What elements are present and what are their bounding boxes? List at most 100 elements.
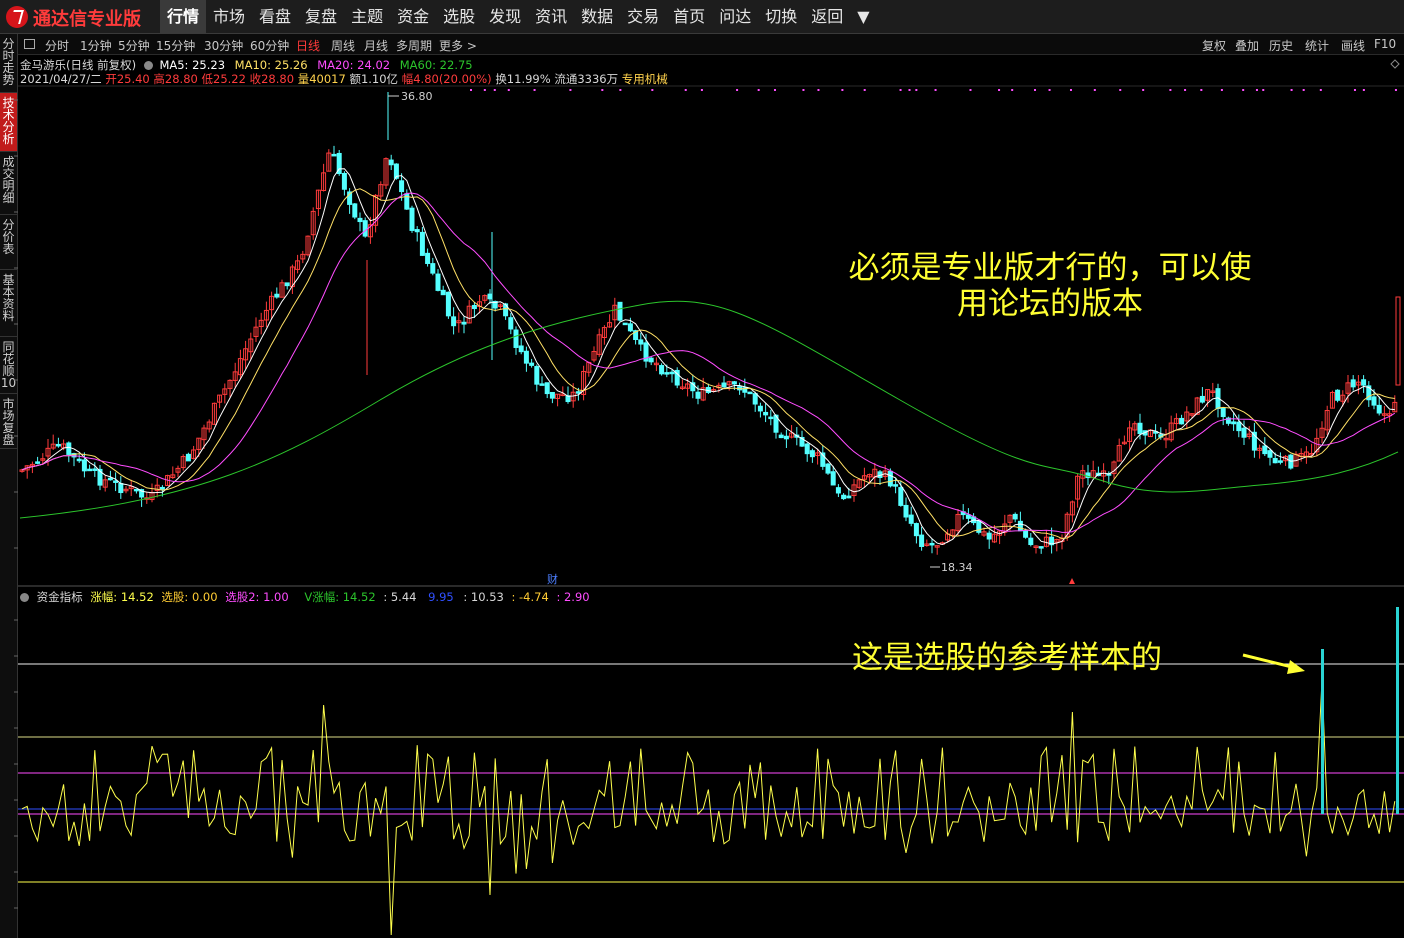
- indicator-v2: 9.95: [428, 590, 454, 604]
- open-price: 开25.40: [105, 72, 149, 86]
- signal-dot: [736, 89, 738, 91]
- candle-body: [836, 488, 840, 493]
- signal-dot: [1169, 89, 1171, 91]
- candle-body: [831, 472, 835, 485]
- indicator-name: 资金指标: [37, 590, 83, 604]
- signal-dot: [915, 89, 917, 91]
- candle-body: [1377, 405, 1381, 413]
- signal-dot: [1070, 89, 1072, 91]
- candle-body: [1351, 380, 1355, 387]
- indicator-v1: : 5.44: [383, 590, 416, 604]
- candle-body: [639, 340, 643, 344]
- signal-dot: [1395, 89, 1397, 91]
- indicator-v3: : 10.53: [463, 590, 503, 604]
- candle-body: [93, 469, 97, 471]
- candle-body: [514, 330, 518, 347]
- signal-dot: [1119, 89, 1121, 91]
- signal-dot: [802, 89, 804, 91]
- indicator-toggle-icon[interactable]: [20, 593, 29, 602]
- candle-body: [108, 478, 112, 480]
- indicator-v4: : -4.74: [511, 590, 548, 604]
- candle-body: [1237, 422, 1241, 430]
- candle-body: [769, 417, 773, 419]
- signal-dot: [651, 89, 653, 91]
- signal-dot: [1256, 89, 1258, 91]
- candle-body: [545, 383, 549, 394]
- candle-body: [1024, 531, 1028, 537]
- candle-body: [114, 481, 118, 483]
- candle-body: [400, 181, 404, 192]
- candle-body: [670, 372, 674, 374]
- signal-dot: [1200, 89, 1202, 91]
- low-price: 低25.22: [202, 72, 246, 86]
- signal-dot: [998, 89, 1000, 91]
- candle-body: [410, 208, 414, 230]
- candle-body: [748, 392, 752, 394]
- candle-body: [452, 317, 456, 326]
- kline-chart[interactable]: 36.80 18.34 财: [0, 0, 1404, 938]
- candle-body: [1018, 521, 1022, 530]
- ma20-value: MA20: 24.02: [317, 58, 390, 72]
- candle-body: [431, 264, 435, 274]
- candle-body: [888, 471, 892, 486]
- signal-dot: [1363, 89, 1365, 91]
- signal-dot: [774, 89, 776, 91]
- candle-body: [67, 443, 71, 454]
- indicator-line: [22, 680, 1395, 935]
- indicator-zf: 涨幅: 14.52: [90, 590, 153, 604]
- indicator-signal-bar: [1396, 607, 1399, 814]
- change: 幅4.80(20.00%): [402, 72, 492, 86]
- signal-dot: [1262, 89, 1264, 91]
- amount: 额1.10亿: [349, 72, 398, 86]
- signal-dot: [1303, 89, 1305, 91]
- ma10-value: MA10: 25.26: [235, 58, 308, 72]
- candle-body: [1336, 390, 1340, 400]
- turnover: 换11.99%: [495, 72, 550, 86]
- candle-body: [332, 154, 336, 156]
- candle-body: [847, 496, 851, 498]
- float-shares: 流通3336万: [554, 72, 618, 86]
- candle-body: [805, 444, 809, 454]
- candle-body: [758, 406, 762, 411]
- candle-body: [358, 218, 362, 221]
- candle-body: [1013, 514, 1017, 519]
- candle-body: [509, 318, 513, 329]
- signal-dot: [1291, 89, 1293, 91]
- signal-dot: [1094, 89, 1096, 91]
- candle-body: [1372, 397, 1376, 405]
- ma10-line: [22, 189, 1395, 539]
- signal-dot: [900, 89, 902, 91]
- signal-dot: [569, 89, 571, 91]
- candle-body: [1278, 461, 1282, 463]
- candle-body: [1029, 538, 1033, 544]
- signal-dot: [935, 89, 937, 91]
- ma60-value: MA60: 22.75: [400, 58, 473, 72]
- candle-body: [1362, 380, 1366, 385]
- settings-circle-icon[interactable]: [144, 61, 153, 70]
- candle-body: [441, 290, 445, 294]
- ma60-line: [20, 301, 1398, 518]
- candle-body: [462, 322, 466, 324]
- candle-body: [764, 412, 768, 414]
- candle-body: [285, 283, 289, 286]
- candle-body: [909, 515, 913, 523]
- signal-dot: [470, 89, 472, 91]
- signal-dot: [1184, 89, 1186, 91]
- candle-body: [732, 382, 736, 384]
- signal-dot: [909, 89, 911, 91]
- candle-body: [426, 253, 430, 263]
- candle-body: [186, 454, 190, 461]
- candle-body: [134, 489, 138, 491]
- signal-dot: [601, 89, 603, 91]
- candle-body: [696, 392, 700, 398]
- candle-body: [82, 460, 86, 471]
- candle-body: [1273, 458, 1277, 462]
- signal-dot: [1034, 89, 1036, 91]
- annotation-top: 必须是专业版才行的，可以使 用论坛的版本: [810, 250, 1290, 322]
- stock-name: 金马游乐(日线 前复权): [20, 58, 136, 72]
- candle-body: [920, 535, 924, 546]
- candle-body: [160, 487, 164, 489]
- close-price: 收28.80: [250, 72, 294, 86]
- corner-diamond-icon: [1391, 60, 1399, 68]
- candle-body: [576, 392, 580, 394]
